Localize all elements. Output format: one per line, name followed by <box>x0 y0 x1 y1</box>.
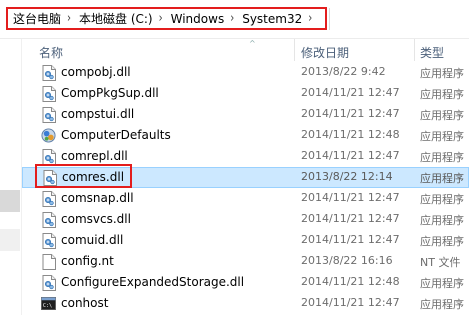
file-row[interactable]: comrepl.dll 2014/11/21 12:47 应用程序 <box>22 146 469 167</box>
chevron-right-icon[interactable]: › <box>305 11 315 25</box>
chevron-right-icon[interactable]: › <box>156 11 166 25</box>
console-icon: C:\ <box>41 297 56 310</box>
chevron-right-icon[interactable]: › <box>227 11 237 25</box>
breadcrumb[interactable]: 这台电脑 › 本地磁盘 (C:) › Windows › System32 › <box>6 7 327 30</box>
address-bar: 这台电脑 › 本地磁盘 (C:) › Windows › System32 › <box>0 0 469 39</box>
file-modified-date: 2014/11/21 12:47 <box>301 107 400 120</box>
column-separator[interactable] <box>294 39 295 61</box>
file-modified-date: 2013/8/22 9:42 <box>301 65 386 78</box>
file-modified-date: 2013/8/22 12:14 <box>301 170 393 183</box>
dll-icon <box>43 170 57 186</box>
file-name[interactable]: comsnap.dll <box>61 191 134 205</box>
nav-hover-item[interactable] <box>0 229 20 251</box>
file-modified-date: 2014/11/21 12:47 <box>301 233 400 246</box>
column-separator[interactable] <box>414 39 415 61</box>
file-name[interactable]: config.nt <box>61 254 114 268</box>
dll-icon <box>42 233 56 249</box>
chevron-right-icon[interactable]: › <box>64 11 74 25</box>
breadcrumb-local-disk[interactable]: 本地磁盘 (C:) <box>74 10 156 27</box>
file-row[interactable]: compstui.dll 2014/11/21 12:47 应用程序 <box>22 104 469 125</box>
file-explorer-window: 这台电脑 › 本地磁盘 (C:) › Windows › System32 › … <box>0 0 469 315</box>
app-icon <box>41 128 56 143</box>
breadcrumb-system32[interactable]: System32 <box>237 12 305 26</box>
dll-icon <box>42 212 56 228</box>
file-name[interactable]: CompPkgSup.dll <box>61 86 159 100</box>
file-name[interactable]: comsvcs.dll <box>61 212 131 226</box>
column-headers: ^ 名称 修改日期 类型 <box>22 39 469 61</box>
file-name[interactable]: comuid.dll <box>61 233 123 247</box>
dll-icon <box>42 275 56 291</box>
file-name[interactable]: compobj.dll <box>61 65 131 79</box>
dll-icon <box>42 86 56 102</box>
file-type: 应用程序 <box>420 151 464 164</box>
dll-icon <box>42 107 56 123</box>
file-type: 应用程序 <box>420 298 464 311</box>
file-modified-date: 2014/11/21 12:48 <box>301 275 400 288</box>
file-type: 应用程序 <box>420 193 464 206</box>
file-row-selected[interactable]: comres.dll 2013/8/22 12:14 应用程序 <box>22 167 469 188</box>
file-type: 应用程序 <box>420 130 464 143</box>
file-type: 应用程序 <box>420 67 464 80</box>
file-row[interactable]: CompPkgSup.dll 2014/11/21 12:47 应用程序 <box>22 83 469 104</box>
column-header-date[interactable]: 修改日期 <box>301 44 349 61</box>
file-name[interactable]: ComputerDefaults <box>61 128 171 142</box>
text-file-icon <box>42 254 56 270</box>
file-name[interactable]: comres.dll <box>62 170 124 184</box>
file-type: 应用程序 <box>420 277 464 290</box>
file-modified-date: 2014/11/21 12:47 <box>301 191 400 204</box>
file-row[interactable]: ConfigureExpandedStorage.dll 2014/11/21 1… <box>22 272 469 293</box>
file-modified-date: 2014/11/21 12:47 <box>301 296 400 309</box>
file-name[interactable]: ConfigureExpandedStorage.dll <box>61 275 244 289</box>
file-name[interactable]: comrepl.dll <box>61 149 128 163</box>
file-type: 应用程序 <box>420 214 464 227</box>
file-modified-date: 2014/11/21 12:48 <box>301 128 400 141</box>
column-header-type[interactable]: 类型 <box>420 44 444 61</box>
file-list: compobj.dll 2013/8/22 9:42 应用程序 CompPkgSup… <box>22 62 469 314</box>
file-row[interactable]: compobj.dll 2013/8/22 9:42 应用程序 <box>22 62 469 83</box>
file-name[interactable]: compstui.dll <box>61 107 134 121</box>
file-row[interactable]: comsnap.dll 2014/11/21 12:47 应用程序 <box>22 188 469 209</box>
address-divider <box>329 8 330 30</box>
file-type: NT 文件 <box>420 256 461 269</box>
file-type: 应用程序 <box>420 88 464 101</box>
file-modified-date: 2013/8/22 16:16 <box>301 254 393 267</box>
breadcrumb-windows[interactable]: Windows <box>166 12 228 26</box>
file-name[interactable]: conhost <box>61 296 108 310</box>
svg-text:C:\: C:\ <box>43 303 52 309</box>
file-row[interactable]: comsvcs.dll 2014/11/21 12:47 应用程序 <box>22 209 469 230</box>
dll-icon <box>42 149 56 165</box>
file-modified-date: 2014/11/21 12:47 <box>301 212 400 225</box>
file-type: 应用程序 <box>420 109 464 122</box>
column-header-name[interactable]: 名称 <box>39 44 63 61</box>
file-type: 应用程序 <box>420 235 464 248</box>
file-row[interactable]: C:\ conhost 2014/11/21 12:47 应用程序 <box>22 293 469 314</box>
nav-selected-item[interactable] <box>0 190 20 212</box>
file-row[interactable]: config.nt 2013/8/22 16:16 NT 文件 <box>22 251 469 272</box>
file-row[interactable]: comuid.dll 2014/11/21 12:47 应用程序 <box>22 230 469 251</box>
dll-icon <box>42 191 56 207</box>
file-modified-date: 2014/11/21 12:47 <box>301 86 400 99</box>
file-row[interactable]: ComputerDefaults 2014/11/21 12:48 应用程序 <box>22 125 469 146</box>
dll-icon <box>42 65 56 81</box>
navigation-pane[interactable] <box>0 39 21 315</box>
breadcrumb-this-pc[interactable]: 这台电脑 <box>8 10 64 27</box>
sort-arrow-icon: ^ <box>249 39 256 48</box>
file-modified-date: 2014/11/21 12:47 <box>301 149 400 162</box>
file-type: 应用程序 <box>420 172 464 185</box>
